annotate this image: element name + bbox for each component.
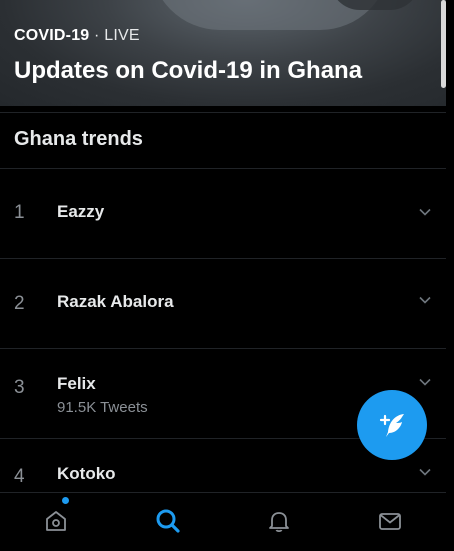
hero-status: LIVE <box>104 27 140 44</box>
compose-tweet-button[interactable] <box>357 390 427 460</box>
home-notification-dot <box>62 497 69 504</box>
scrollbar[interactable] <box>441 0 446 88</box>
chevron-down-icon[interactable] <box>418 465 432 479</box>
chevron-down-icon[interactable] <box>418 205 432 219</box>
trend-name: Razak Abalora <box>57 292 174 311</box>
hero-title: Updates on Covid-19 in Ghana <box>14 57 363 84</box>
trend-rank: 1 <box>14 202 25 223</box>
trend-rank: 4 <box>14 466 25 487</box>
search-icon <box>156 509 180 533</box>
hero-topic: COVID-19 <box>14 27 90 44</box>
bottom-nav <box>0 492 446 551</box>
trend-rank: 3 <box>14 377 25 398</box>
covid-updates-card[interactable]: COVID-19 · LIVE Updates on Covid-19 in G… <box>0 0 446 106</box>
nav-notifications[interactable] <box>261 503 297 539</box>
nav-home[interactable] <box>38 503 74 539</box>
trend-tweet-count: 91.5K Tweets <box>57 399 148 416</box>
trend-item[interactable]: 1 Eazzy <box>0 169 446 259</box>
trend-name: Eazzy <box>57 202 105 221</box>
nav-search[interactable] <box>150 503 186 539</box>
compose-tweet-icon <box>379 414 404 437</box>
trend-item[interactable]: 2 Razak Abalora <box>0 259 446 349</box>
section-title: Ghana trends <box>14 128 143 150</box>
hero-separator: · <box>89 27 105 44</box>
hero-kicker: COVID-19 · LIVE <box>14 27 140 45</box>
chevron-down-icon[interactable] <box>418 293 432 307</box>
trend-name: Kotoko <box>57 464 116 483</box>
trend-name: Felix <box>57 374 96 393</box>
divider <box>0 112 446 113</box>
chevron-down-icon[interactable] <box>418 375 432 389</box>
home-icon <box>46 511 66 531</box>
nav-messages[interactable] <box>372 503 408 539</box>
messages-icon <box>379 513 401 530</box>
notifications-icon <box>269 512 289 533</box>
trend-rank: 2 <box>14 293 25 314</box>
